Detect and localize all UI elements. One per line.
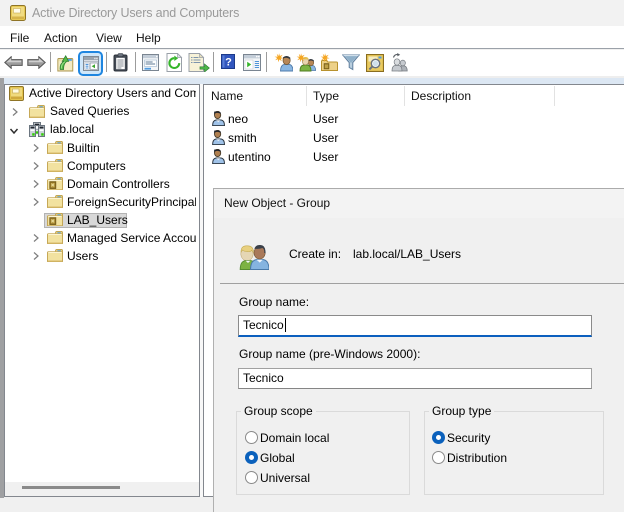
svg-text:?: ? [225, 57, 232, 69]
